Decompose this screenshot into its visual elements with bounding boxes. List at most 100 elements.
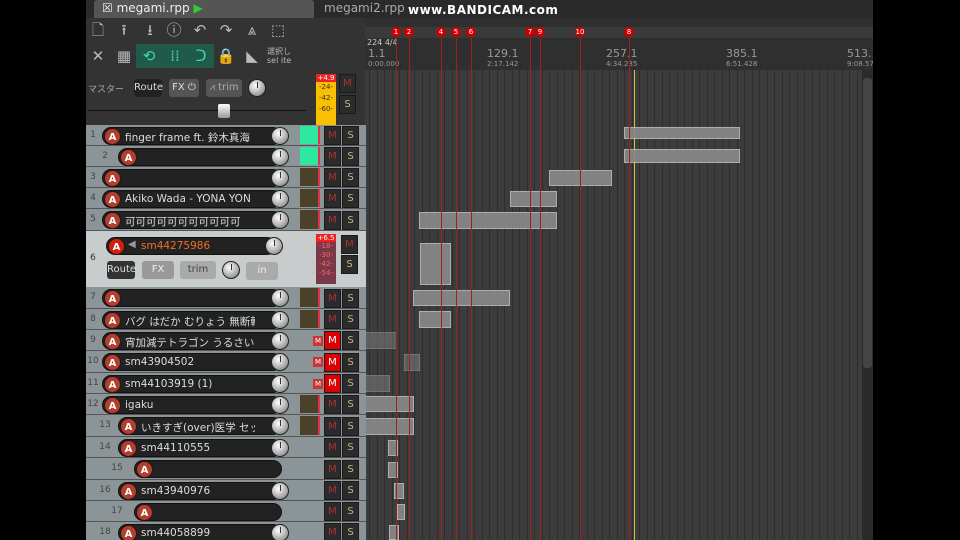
volume-knob[interactable]	[271, 147, 289, 166]
media-item[interactable]	[404, 354, 420, 371]
record-arm-button[interactable]: A	[104, 396, 121, 414]
track-row[interactable]: 1 Afinger frame ft. 鈴木真海 M S	[86, 125, 366, 146]
track-name[interactable]: sm43940976	[141, 485, 255, 497]
mute-button[interactable]: M	[324, 288, 341, 308]
master-solo-button[interactable]: S	[339, 95, 356, 114]
volume-knob[interactable]	[271, 310, 289, 329]
volume-knob[interactable]	[271, 331, 289, 350]
media-item[interactable]	[419, 212, 557, 229]
volume-knob[interactable]	[271, 126, 289, 145]
mute-button[interactable]: M	[324, 168, 341, 187]
project-marker[interactable]: 5	[451, 27, 461, 37]
volume-knob[interactable]	[265, 237, 283, 255]
fx-button[interactable]: FX	[142, 261, 174, 279]
solo-button[interactable]: S	[342, 395, 359, 414]
master-trim-button[interactable]: ⩘ trim	[206, 79, 242, 97]
solo-button[interactable]: S	[342, 189, 359, 208]
record-arm-button[interactable]: A	[104, 212, 121, 229]
mute-button[interactable]: M	[324, 352, 341, 372]
track-name[interactable]: sm43904502	[125, 356, 255, 368]
track-row[interactable]: 2 A MS	[86, 146, 366, 167]
media-item[interactable]	[389, 525, 399, 540]
master-route-button[interactable]: Route	[134, 79, 163, 97]
ripple-edit-icon[interactable]: ⟲	[136, 44, 162, 68]
media-item[interactable]	[510, 191, 557, 207]
record-arm-button[interactable]: A	[104, 290, 121, 307]
solo-button[interactable]: S	[342, 310, 359, 329]
solo-button[interactable]: S	[342, 502, 359, 521]
media-item[interactable]	[419, 311, 451, 328]
volume-knob[interactable]	[271, 374, 289, 393]
mute-button[interactable]: M	[341, 235, 358, 254]
track-name-box[interactable]: Asm44103919 (1)	[102, 374, 289, 393]
mute-button[interactable]: M	[324, 459, 341, 479]
solo-button[interactable]: S	[342, 147, 359, 166]
mute-button[interactable]: M	[324, 438, 341, 457]
track-name-box[interactable]: Afinger frame ft. 鈴木真海	[102, 126, 289, 145]
volume-knob[interactable]	[271, 523, 289, 540]
track-row[interactable]: 15 A M S	[86, 458, 366, 480]
solo-button[interactable]: S	[341, 255, 358, 274]
selection-box-icon[interactable]: ⬚	[268, 20, 288, 40]
track-name[interactable]: 宵加減テトラゴン うるさいコ	[125, 335, 255, 350]
track-name-box[interactable]: A	[134, 460, 282, 478]
track-name-box[interactable]: Asm44110555	[118, 438, 289, 457]
grid-settings-icon[interactable]: ▦	[114, 46, 134, 66]
track-row[interactable]: 10 Asm43904502 M M S	[86, 351, 366, 373]
volume-knob[interactable]	[271, 211, 289, 229]
project-marker[interactable]: 10	[575, 27, 585, 37]
project-marker[interactable]: 2	[404, 27, 414, 37]
arrange-view[interactable]	[365, 40, 862, 540]
master-volume-fader[interactable]	[218, 104, 230, 118]
volume-knob[interactable]	[271, 417, 289, 435]
new-project-icon[interactable]: 🗋	[88, 20, 108, 40]
media-item[interactable]	[624, 127, 740, 139]
solo-button[interactable]: S	[342, 438, 359, 457]
volume-knob[interactable]	[271, 438, 289, 457]
track-name-box[interactable]: A	[102, 168, 289, 187]
input-select[interactable]: in	[246, 262, 278, 280]
project-marker[interactable]: 4	[436, 27, 446, 37]
track-row-selected[interactable]: 6 A ◀ sm44275986 Route FX trim in +6.5 -18- -30- -4…	[86, 231, 366, 287]
track-name-box[interactable]: Asm44058899	[118, 523, 289, 540]
solo-button[interactable]: S	[342, 523, 359, 540]
record-arm-button[interactable]: A	[104, 354, 121, 371]
mute-button[interactable]: M	[324, 416, 341, 436]
record-arm-button[interactable]: A	[120, 482, 137, 500]
media-item[interactable]	[413, 290, 510, 306]
solo-button[interactable]: S	[342, 126, 359, 145]
media-item[interactable]	[397, 504, 405, 520]
volume-knob[interactable]	[271, 481, 289, 500]
track-row[interactable]: 11 Asm44103919 (1) M M S	[86, 373, 366, 394]
master-pan-knob[interactable]	[248, 79, 266, 97]
track-name[interactable]: sm44103919 (1)	[125, 378, 255, 390]
project-marker[interactable]: 1	[391, 27, 401, 37]
info-icon[interactable]: ⓘ	[164, 20, 184, 40]
volume-knob[interactable]	[271, 353, 289, 371]
track-row[interactable]: 13 A いきすぎ(over)医学 セックス MS	[86, 415, 366, 437]
snap-grid-icon[interactable]: ⁞⁞	[162, 44, 188, 68]
media-item[interactable]	[420, 243, 451, 285]
project-marker[interactable]: 9	[535, 27, 545, 37]
solo-button[interactable]: S	[342, 210, 359, 230]
record-arm-button[interactable]: A	[104, 127, 121, 145]
mute-button[interactable]: M	[324, 126, 341, 145]
record-arm-button[interactable]: A	[104, 375, 121, 393]
select-items-button[interactable]: 選択し sel ite	[267, 47, 291, 65]
mute-button[interactable]: M	[324, 310, 341, 329]
track-name[interactable]: sm44275986	[141, 240, 251, 252]
solo-button[interactable]: S	[342, 168, 359, 187]
track-name[interactable]: Akiko Wada - YONA YON	[125, 193, 255, 205]
record-arm-button[interactable]: A	[108, 238, 125, 255]
volume-knob[interactable]	[271, 168, 289, 187]
mute-button[interactable]: M	[324, 210, 341, 230]
track-row[interactable]: 8 A バグ はだか むりょう 無断転 M S	[86, 309, 366, 330]
tab-megami2[interactable]: megami2.rpp	[316, 0, 413, 18]
record-arm-button[interactable]: A	[120, 418, 137, 435]
record-arm-button[interactable]: A	[104, 311, 121, 329]
media-item[interactable]	[365, 332, 397, 349]
track-name[interactable]: sm44058899	[141, 527, 255, 539]
track-row[interactable]: 9 A 宵加減テトラゴン うるさいコ M M S	[86, 330, 366, 351]
lock-icon[interactable]: 🔒	[216, 46, 236, 66]
record-arm-button[interactable]: A	[120, 439, 137, 457]
